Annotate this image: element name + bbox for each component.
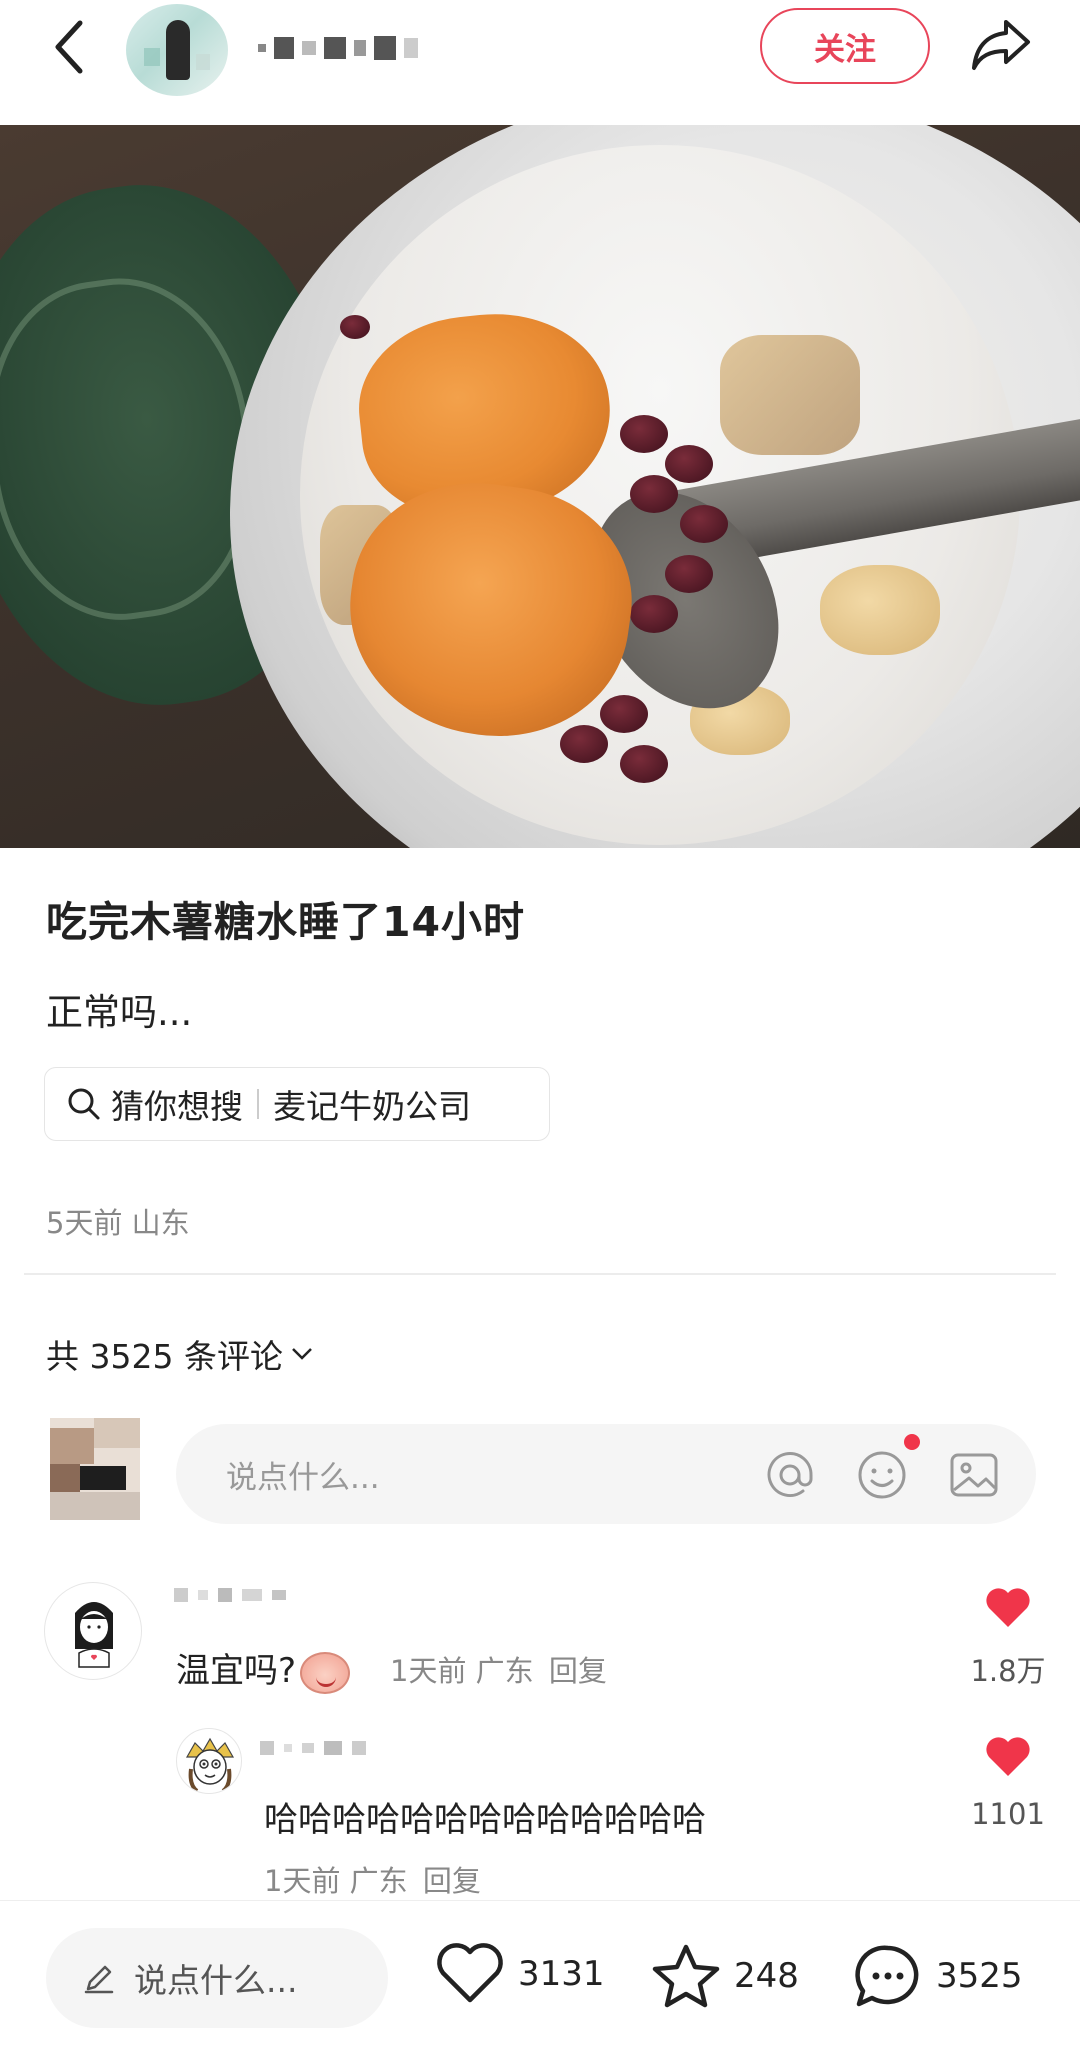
reply-button[interactable]: 回复 <box>549 1654 607 1688</box>
commenter-avatar[interactable] <box>44 1582 142 1680</box>
favorite-count-post: 248 <box>734 1956 799 1996</box>
mention-button[interactable] <box>762 1447 818 1503</box>
heart-icon <box>986 1588 1030 1627</box>
reply-like-button[interactable] <box>982 1732 1034 1780</box>
emoji-icon <box>858 1451 906 1499</box>
author-name-obscured[interactable] <box>258 30 418 66</box>
cartoon-face-avatar-icon <box>185 1737 235 1793</box>
heart-icon <box>437 1943 503 2003</box>
search-icon <box>67 1087 101 1121</box>
comment-text: 温宜吗? <box>176 1643 354 1694</box>
search-chip-prefix: 猜你想搜 <box>111 1087 243 1126</box>
comment-icon <box>855 1945 919 2007</box>
post-title: 吃完木薯糖水睡了14小时 <box>46 898 526 946</box>
pencil-icon <box>84 1965 114 1994</box>
divider <box>24 1273 1056 1275</box>
image-icon <box>950 1453 998 1497</box>
replier-name-obscured[interactable] <box>260 1741 366 1755</box>
share-icon <box>972 20 1030 70</box>
comment-count-sort[interactable]: 共 3525 条评论 <box>46 1330 313 1378</box>
bottom-comment-input[interactable]: 说点什么... <box>46 1928 388 2028</box>
emoji-button[interactable] <box>854 1447 910 1503</box>
like-count-post: 3131 <box>518 1954 605 1994</box>
comment-post-button[interactable]: 3525 <box>852 1942 1023 2010</box>
commenter-name-obscured[interactable] <box>174 1588 286 1602</box>
post-meta: 5天前 山东 <box>46 1206 190 1240</box>
blushing-face-emoji-icon <box>300 1651 351 1694</box>
comment-input-placeholder: 说点什么... <box>226 1459 380 1496</box>
reply-like-count: 1101 <box>971 1797 1045 1831</box>
share-button[interactable] <box>966 12 1036 78</box>
reply-meta: 1天前 广东 回复 <box>264 1864 481 1898</box>
chevron-down-icon <box>292 1348 312 1360</box>
cartoon-girl-avatar-icon <box>75 1602 113 1668</box>
post-image[interactable] <box>0 125 1080 848</box>
comment-meta: 1天前 广东 回复 <box>390 1654 607 1688</box>
comment-count-label: 共 3525 条评论 <box>46 1337 283 1376</box>
post-body: 正常吗... <box>46 991 193 1034</box>
like-button[interactable] <box>982 1583 1034 1631</box>
image-button[interactable] <box>946 1447 1002 1503</box>
suggested-search-chip[interactable]: 猜你想搜 麦记牛奶公司 <box>44 1067 550 1141</box>
star-icon <box>652 1944 720 2008</box>
like-post-button[interactable]: 3131 <box>434 1942 605 2006</box>
follow-button[interactable]: 关注 <box>760 8 930 84</box>
search-chip-query: 麦记牛奶公司 <box>273 1087 471 1126</box>
favorite-post-button[interactable]: 248 <box>650 1942 799 2010</box>
like-count: 1.8万 <box>970 1654 1046 1688</box>
replier-avatar[interactable] <box>176 1728 242 1794</box>
my-avatar <box>50 1418 140 1520</box>
at-icon <box>767 1452 813 1497</box>
comment-count-post: 3525 <box>936 1956 1023 1996</box>
back-icon <box>55 20 83 74</box>
heart-icon <box>986 1737 1030 1776</box>
reply-button[interactable]: 回复 <box>423 1864 481 1898</box>
bottom-input-placeholder: 说点什么... <box>134 1961 298 2000</box>
notification-dot <box>904 1434 920 1450</box>
top-bar: 关注 <box>0 0 1080 125</box>
author-avatar[interactable] <box>126 4 228 96</box>
reply-text: 哈哈哈哈哈哈哈哈哈哈哈哈哈 <box>264 1800 706 1840</box>
back-button[interactable] <box>44 16 94 78</box>
